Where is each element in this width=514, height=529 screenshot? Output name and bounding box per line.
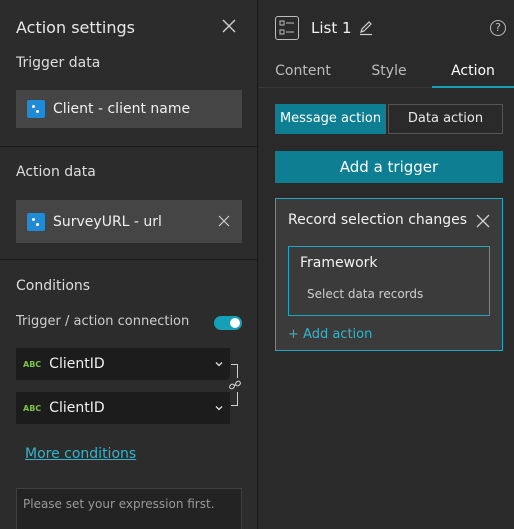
action-field-select[interactable]: ABC ClientID — [16, 392, 230, 424]
action-field-value: ClientID — [49, 400, 105, 416]
chevron-down-icon — [215, 406, 223, 411]
connection-label: Trigger / action connection — [16, 314, 190, 329]
trigger-data-heading: Trigger data — [16, 55, 101, 71]
tab-content[interactable]: Content — [265, 57, 341, 88]
datasource-icon — [27, 100, 45, 118]
framework-title: Framework — [300, 255, 378, 271]
expression-box[interactable]: Please set your expression first. — [16, 488, 242, 529]
datasource-icon — [27, 212, 45, 231]
string-type-badge: ABC — [23, 359, 42, 369]
add-action-link[interactable]: + Add action — [288, 327, 372, 342]
framework-action-item[interactable]: Framework Select data records — [288, 246, 490, 316]
trigger-data-field[interactable]: Client - client name — [16, 90, 242, 128]
link-icon[interactable] — [228, 378, 242, 392]
divider — [0, 146, 258, 147]
help-icon[interactable]: ? — [490, 20, 506, 36]
action-data-value: SurveyURL - url — [53, 213, 162, 230]
close-icon[interactable] — [221, 18, 237, 34]
settings-tabs: Content Style Action — [259, 57, 514, 88]
tab-action[interactable]: Action — [432, 57, 514, 88]
pencil-icon[interactable] — [358, 20, 374, 36]
conditions-heading: Conditions — [16, 278, 91, 294]
add-trigger-button[interactable]: Add a trigger — [275, 151, 503, 183]
trigger-data-value: Client - client name — [53, 101, 191, 117]
trigger-card: Record selection changes Framework Selec… — [275, 198, 503, 351]
trigger-field-value: ClientID — [49, 356, 105, 372]
framework-subtitle: Select data records — [307, 287, 424, 301]
data-action-tab[interactable]: Data action — [388, 104, 503, 134]
list-widget-icon — [275, 16, 299, 40]
panel-title: Action settings — [16, 18, 135, 37]
trigger-title: Record selection changes — [288, 212, 468, 228]
more-conditions-link[interactable]: More conditions — [25, 446, 136, 462]
widget-title: List 1 — [311, 19, 352, 37]
message-action-tab[interactable]: Message action — [275, 104, 386, 134]
close-icon[interactable] — [476, 214, 490, 228]
divider — [0, 259, 258, 260]
close-icon[interactable] — [218, 215, 230, 227]
string-type-badge: ABC — [23, 403, 42, 413]
action-data-field[interactable]: SurveyURL - url — [16, 200, 242, 243]
tab-style[interactable]: Style — [351, 57, 427, 88]
trigger-field-select[interactable]: ABC ClientID — [16, 348, 230, 380]
widget-settings-panel: List 1 ? Content Style Action Message ac… — [259, 0, 514, 529]
action-settings-panel: Action settings Trigger data Client - cl… — [0, 0, 258, 529]
action-data-heading: Action data — [16, 164, 96, 180]
chevron-down-icon — [215, 362, 223, 367]
connection-toggle[interactable] — [214, 316, 242, 330]
